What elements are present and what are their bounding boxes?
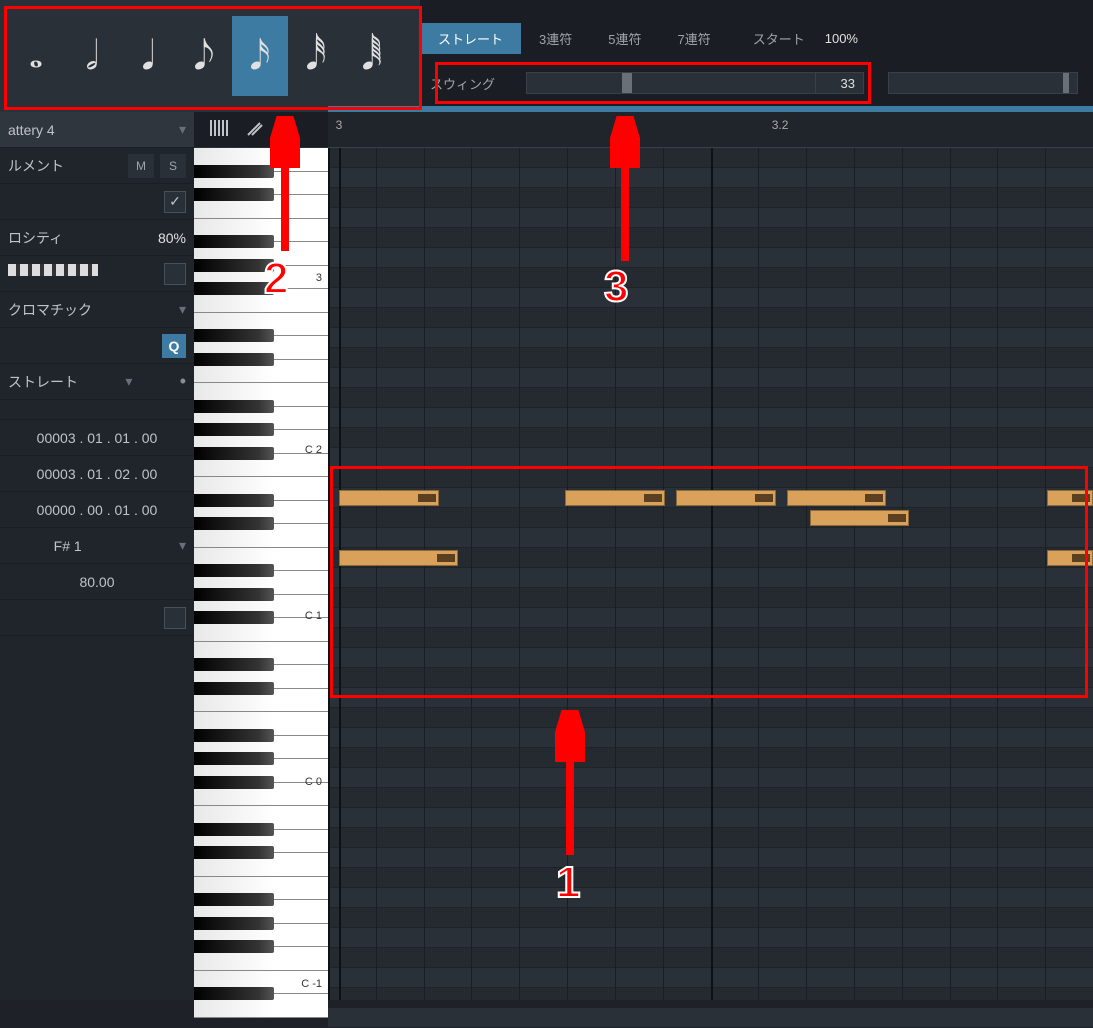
dot-icon: • — [180, 371, 186, 392]
midi-note[interactable] — [810, 510, 909, 526]
chevron-down-icon: ▾ — [179, 301, 186, 318]
octave-label: C -1 — [301, 978, 322, 990]
whole-note-button[interactable]: 𝅝 — [8, 16, 64, 96]
ruler-highlight — [328, 106, 1093, 112]
mute-button[interactable]: M — [128, 154, 154, 178]
quantize-mode-select[interactable]: ストレート ▾ • — [0, 364, 194, 400]
drumstick-icon[interactable] — [246, 119, 264, 140]
midi-note[interactable] — [339, 550, 458, 566]
time-length[interactable]: 00000 . 00 . 01 . 00 — [37, 502, 158, 518]
scale-select[interactable]: クロマチック ▾ — [0, 292, 194, 328]
start-label: スタート — [753, 29, 805, 48]
midi-note[interactable] — [676, 490, 775, 506]
track-label: ルメント — [8, 156, 64, 176]
tab-septuplet[interactable]: 7連符 — [659, 23, 728, 54]
instrument-name: attery 4 — [8, 122, 55, 138]
note-value-toolbar: 𝅝 𝅗𝅥 𝅘𝅥 𝅘𝅥𝅮 𝅘𝅥𝅯 𝅘𝅥𝅰 𝅘𝅥𝅱 — [0, 0, 420, 112]
tuplet-tabs: ストレート 3連符 5連符 7連符 スタート 100% — [420, 22, 1093, 54]
velocity-label: ロシティ — [8, 228, 63, 248]
octave-label: 3 — [316, 272, 322, 284]
swing-label: スウィング — [420, 74, 526, 93]
enable-checkbox[interactable]: ✓ — [164, 191, 186, 213]
check-icon: ✓ — [169, 193, 181, 210]
mini-keyboard-icon[interactable] — [8, 264, 98, 284]
piano-keyboard[interactable]: 3 C 2 C 1 C 0 C -1 — [194, 148, 328, 1000]
thirtysecond-note-button[interactable]: 𝅘𝅥𝅰 — [288, 16, 344, 96]
start-percent[interactable]: 100% — [825, 31, 858, 46]
tab-triplet[interactable]: 3連符 — [521, 23, 590, 54]
velocity-value[interactable]: 80% — [158, 230, 186, 246]
drum-editor-icon[interactable] — [210, 120, 230, 139]
piano-roll-grid[interactable] — [328, 148, 1093, 1000]
scale-label: クロマチック — [8, 300, 92, 320]
eighth-note-button[interactable]: 𝅘𝅥𝅮 — [176, 16, 232, 96]
midi-note[interactable] — [339, 490, 438, 506]
sixteenth-note-button[interactable]: 𝅘𝅥𝅯 — [232, 16, 288, 96]
note-velocity[interactable]: 80.00 — [79, 574, 114, 590]
instrument-select[interactable]: attery 4 ▾ — [0, 112, 194, 148]
timeline-ruler[interactable]: 3 3.2 — [328, 112, 1093, 148]
chevron-down-icon: ▾ — [179, 537, 186, 554]
octave-label: C 2 — [305, 444, 322, 456]
octave-label: C 1 — [305, 610, 322, 622]
chevron-down-icon: ▾ — [125, 373, 132, 390]
extra-box[interactable] — [164, 607, 186, 629]
midi-note[interactable] — [787, 490, 886, 506]
midi-note[interactable] — [1047, 490, 1093, 506]
time-end[interactable]: 00003 . 01 . 02 . 00 — [37, 466, 158, 482]
midi-note[interactable] — [565, 490, 664, 506]
swing-slider[interactable] — [526, 72, 816, 94]
note-pitch: F# 1 — [54, 538, 82, 554]
tab-straight[interactable]: ストレート — [420, 23, 521, 54]
secondary-slider[interactable] — [888, 72, 1078, 94]
solo-button[interactable]: S — [160, 154, 186, 178]
secondary-slider-handle[interactable] — [1063, 73, 1069, 93]
inspector-sidebar: attery 4 ▾ ルメント M S ✓ ロシティ 80% クロマチック ▾ … — [0, 112, 194, 1000]
ruler-mark: 3.2 — [772, 118, 789, 132]
swing-slider-handle[interactable] — [622, 73, 632, 93]
tab-quintuplet[interactable]: 5連符 — [590, 23, 659, 54]
time-start[interactable]: 00003 . 01 . 01 . 00 — [37, 430, 158, 446]
sixtyfourth-note-button[interactable]: 𝅘𝅥𝅱 — [344, 16, 400, 96]
quantize-button[interactable]: Q — [162, 334, 186, 358]
midi-note[interactable] — [1047, 550, 1093, 566]
scale-box[interactable] — [164, 263, 186, 285]
half-note-button[interactable]: 𝅗𝅥 — [64, 16, 120, 96]
note-pitch-select[interactable]: F# 1 ▾ — [0, 528, 194, 564]
swing-value[interactable]: 33 — [816, 72, 864, 94]
quantize-label: ストレート — [8, 372, 78, 392]
octave-label: C 0 — [305, 776, 322, 788]
chevron-down-icon: ▾ — [179, 121, 186, 138]
ruler-mark: 3 — [336, 118, 343, 132]
quarter-note-button[interactable]: 𝅘𝅥 — [120, 16, 176, 96]
